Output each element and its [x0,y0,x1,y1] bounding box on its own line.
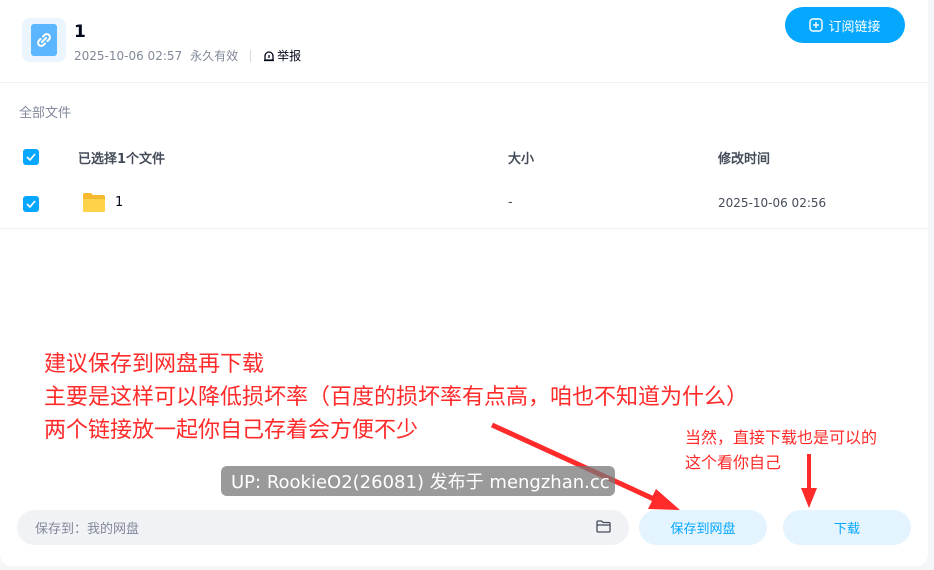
subscribe-label: 订阅链接 [828,19,881,35]
share-page-card: 1 2025-10-06 02:57 永久有效 举报 订阅链接 全部文件 已选择… [0,0,928,566]
file-size: - [508,195,513,210]
header-name: 已选择1个文件 [78,152,166,167]
share-meta: 2025-10-06 02:57 永久有效 举报 [74,47,301,64]
save-to-netdisk-button[interactable]: 保存到网盘 [639,510,767,545]
report-icon [264,50,275,61]
header-divider [0,82,928,83]
annotation-line-3: 两个链接放一起你自己存着会方便不少 [44,418,419,443]
row-checkbox[interactable] [23,196,39,212]
folder-icon [83,193,105,212]
subscribe-link-button[interactable]: 订阅链接 [785,7,905,43]
download-button[interactable]: 下载 [783,510,911,545]
report-link[interactable]: 举报 [263,47,301,64]
report-label: 举报 [277,49,302,63]
checkmark-icon [26,200,36,208]
select-all-checkbox[interactable] [23,149,39,165]
file-modified: 2025-10-06 02:56 [718,196,827,210]
breadcrumb[interactable]: 全部文件 [19,102,71,121]
file-name[interactable]: 1 [115,195,123,210]
annotation-line-2: 主要是这样可以降低损坏率（百度的损坏率有点高，咱也不知道为什么） [44,385,749,410]
save-path-label: 保存到：我的网盘 [35,522,140,537]
checkmark-icon [26,153,36,161]
header-size[interactable]: 大小 [508,148,534,167]
table-divider [0,228,928,229]
save-path-field[interactable]: 保存到：我的网盘 [17,510,629,545]
watermark: UP: RookieO2(26081) 发布于 mengzhan.cc [221,466,615,496]
share-title: 1 [74,22,86,42]
share-link-icon [22,18,66,62]
share-date: 2025-10-06 02:57 [74,48,183,63]
annotation-side-2: 这个看你自己 [685,453,782,472]
meta-separator [250,49,252,62]
annotation-side-1: 当然，直接下载也是可以的 [685,428,878,447]
annotation-line-1: 建议保存到网盘再下载 [44,352,265,377]
plus-circle-icon [809,18,824,32]
header-modified[interactable]: 修改时间 [718,148,770,167]
share-validity: 永久有效 [190,49,239,63]
folder-icon[interactable] [596,520,611,533]
